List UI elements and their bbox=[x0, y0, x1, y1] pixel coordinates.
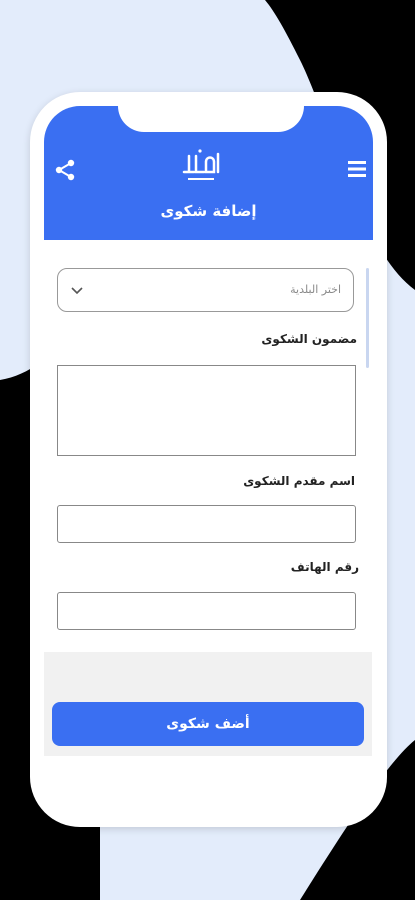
scrollbar[interactable] bbox=[366, 268, 369, 368]
phone-label: رقم الهاتف bbox=[290, 560, 359, 574]
phone-notch bbox=[118, 106, 304, 132]
chevron-down-icon bbox=[71, 287, 83, 295]
app-screen: إضافة شكوى اختر البلدية مضمون الشكوى اسم… bbox=[44, 106, 373, 813]
page-title: إضافة شكوى bbox=[160, 202, 257, 220]
municipality-select-placeholder: اختر البلدية bbox=[290, 283, 341, 296]
hamburger-menu-icon[interactable] bbox=[347, 160, 367, 178]
phone-input[interactable] bbox=[57, 592, 356, 630]
submitter-name-label: اسم مقدم الشكوى bbox=[243, 474, 355, 488]
baghdad-logo bbox=[182, 149, 220, 180]
app-header: إضافة شكوى bbox=[44, 106, 373, 240]
complaint-content-label: مضمون الشكوى bbox=[261, 332, 357, 346]
municipality-select[interactable]: اختر البلدية bbox=[57, 268, 354, 312]
add-complaint-button[interactable]: أضف شكوى bbox=[52, 702, 364, 746]
submitter-name-input[interactable] bbox=[57, 505, 356, 543]
phone-mockup: إضافة شكوى اختر البلدية مضمون الشكوى اسم… bbox=[30, 92, 387, 827]
share-icon[interactable] bbox=[53, 158, 77, 182]
complaint-content-textarea[interactable] bbox=[57, 365, 356, 456]
